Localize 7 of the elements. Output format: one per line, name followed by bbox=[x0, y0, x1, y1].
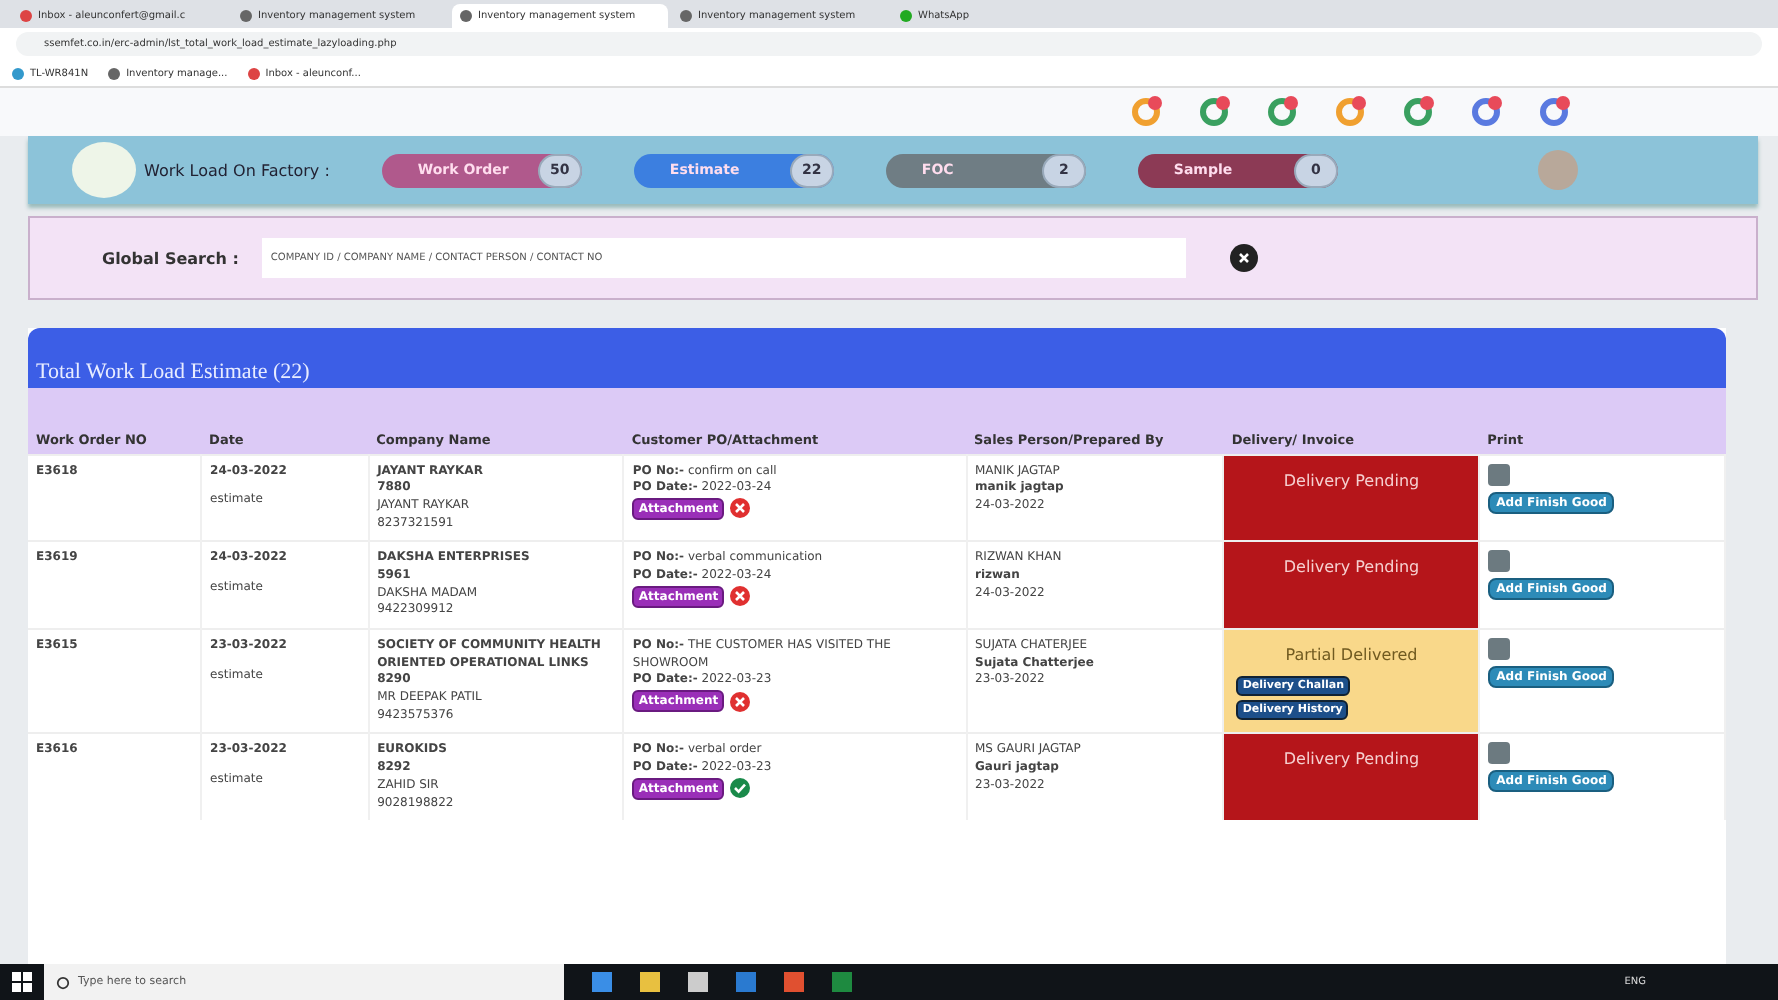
nav-title: Work Load On Factory : bbox=[144, 161, 330, 179]
search-label: Global Search : bbox=[102, 249, 239, 267]
table-title: Total Work Load Estimate (22) bbox=[36, 360, 310, 384]
delivery-status: Delivery Pending bbox=[1281, 469, 1422, 493]
delivery-status: Partial Delivered bbox=[1283, 644, 1420, 668]
delivery-status: Delivery Pending bbox=[1281, 556, 1422, 580]
delivery-status: Delivery Pending bbox=[1281, 748, 1422, 773]
